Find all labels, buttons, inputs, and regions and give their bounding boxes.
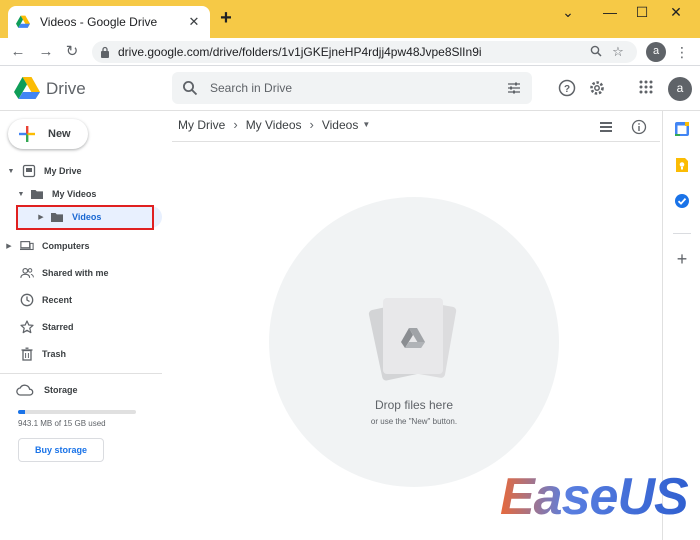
search-input[interactable]: Search in Drive <box>210 81 506 95</box>
breadcrumb-separator-icon: › <box>233 117 238 132</box>
storage-progress-fill <box>18 410 26 414</box>
browser-menu-icon[interactable]: ⋮ <box>674 42 690 62</box>
side-panel-divider <box>673 233 691 234</box>
breadcrumb-separator-icon: › <box>309 117 314 132</box>
drive-product-name: Drive <box>46 79 86 98</box>
search-icon[interactable] <box>182 80 198 96</box>
apps-grid-icon[interactable] <box>636 79 656 99</box>
breadcrumb: My Drive › My Videos › Videos ▼ <box>178 117 370 132</box>
trash-icon <box>21 347 33 361</box>
easeus-watermark-logo: EaseUS <box>498 466 698 526</box>
folder-icon <box>31 190 43 199</box>
close-window-button[interactable]: ✕ <box>664 4 688 21</box>
sidebar-divider <box>0 373 162 374</box>
storage-label: Storage <box>44 385 78 395</box>
google-drive-favicon-icon <box>16 15 30 28</box>
breadcrumb-videos[interactable]: Videos <box>322 118 358 132</box>
plus-icon <box>19 126 35 142</box>
sidebar-item-label: Computers <box>42 241 90 251</box>
expand-caret-icon[interactable]: ▼ <box>16 191 26 198</box>
drop-zone[interactable]: Drop files here or use the "New" button. <box>269 197 559 487</box>
sidebar-item-label: My Videos <box>52 189 97 199</box>
clock-icon <box>20 293 34 307</box>
info-icon[interactable] <box>631 119 647 135</box>
sidebar-item-label: My Drive <box>44 166 82 176</box>
search-box[interactable]: Search in Drive <box>172 72 532 104</box>
watermark-text: EaseUS <box>500 468 689 526</box>
new-tab-button[interactable]: + <box>216 8 236 29</box>
browser-tab-bar: Videos - Google Drive ✕ + ⌄ — ☐ ✕ <box>0 0 700 38</box>
expand-caret-icon[interactable]: ▼ <box>6 168 16 175</box>
sidebar-item-starred[interactable]: Starred <box>14 316 74 338</box>
collapse-caret-icon[interactable]: ▶ <box>4 242 14 250</box>
drop-files-title: Drop files here <box>374 398 454 412</box>
sidebar-item-label: Recent <box>42 295 73 305</box>
settings-gear-icon[interactable] <box>587 79 607 99</box>
sidebar-item-shared-with-me[interactable]: Shared with me <box>14 262 109 284</box>
tab-close-icon[interactable]: ✕ <box>186 14 202 30</box>
highlight-annotation-box <box>16 205 154 230</box>
bookmark-star-icon[interactable]: ☆ <box>607 44 629 60</box>
url-text[interactable]: drive.google.com/drive/folders/1v1jGKEjn… <box>118 45 585 59</box>
drop-files-subtitle: or use the "New" button. <box>370 417 458 426</box>
sidebar-item-storage[interactable]: Storage <box>16 383 78 397</box>
drive-header: Drive Search in Drive ? a <box>0 67 700 111</box>
browser-tab[interactable]: Videos - Google Drive ✕ <box>8 6 210 38</box>
browser-toolbar: ← → ↻ drive.google.com/drive/folders/1v1… <box>0 38 700 66</box>
chevron-down-icon[interactable]: ▼ <box>362 120 370 129</box>
sidebar-item-trash[interactable]: Trash <box>14 343 66 365</box>
breadcrumb-my-videos[interactable]: My Videos <box>246 118 302 132</box>
sidebar-item-label: Trash <box>42 349 67 359</box>
svg-text:?: ? <box>564 84 570 95</box>
zoom-icon[interactable] <box>585 45 607 60</box>
drop-files-illustration-icon <box>368 298 457 381</box>
toolbar-divider <box>172 141 660 142</box>
new-button[interactable]: New <box>8 119 88 149</box>
search-options-icon[interactable] <box>506 80 522 96</box>
computers-icon <box>20 241 34 251</box>
sidebar-item-my-videos[interactable]: ▼ My Videos <box>0 183 96 205</box>
sidebar-item-recent[interactable]: Recent <box>14 289 72 311</box>
sidebar-item-computers[interactable]: ▶ Computers <box>0 235 90 257</box>
lock-icon <box>101 46 109 58</box>
storage-progress-bar <box>18 410 136 414</box>
browser-profile-avatar[interactable]: a <box>646 42 666 62</box>
star-icon <box>20 320 34 334</box>
easeus-logo-icon: EaseUS <box>500 468 690 526</box>
forward-button[interactable]: → <box>36 42 56 62</box>
get-add-ons-plus-icon[interactable]: + <box>674 250 690 268</box>
tab-search-icon[interactable]: ⌄ <box>556 4 580 21</box>
my-drive-icon <box>22 164 36 178</box>
google-drive-logo-icon[interactable] <box>14 77 40 99</box>
address-bar[interactable]: drive.google.com/drive/folders/1v1jGKEjn… <box>92 41 637 63</box>
help-icon[interactable]: ? <box>557 79 577 99</box>
account-avatar[interactable]: a <box>668 77 692 101</box>
storage-used-text: 943.1 MB of 15 GB used <box>18 419 106 428</box>
tab-title: Videos - Google Drive <box>40 15 158 29</box>
breadcrumb-my-drive[interactable]: My Drive <box>178 118 225 132</box>
tasks-icon[interactable] <box>674 193 690 209</box>
minimize-button[interactable]: — <box>598 4 622 20</box>
sidebar: New ▼ My Drive ▼ My Videos ▶ Videos ▶ Co… <box>0 111 162 540</box>
list-view-icon[interactable] <box>598 119 614 135</box>
back-button[interactable]: ← <box>8 42 28 62</box>
maximize-button[interactable]: ☐ <box>630 4 654 21</box>
calendar-icon[interactable] <box>674 121 690 137</box>
keep-icon[interactable] <box>674 157 690 173</box>
sidebar-item-label: Shared with me <box>42 268 109 278</box>
reload-button[interactable]: ↻ <box>62 42 82 62</box>
shared-icon <box>20 267 34 278</box>
sidebar-item-label: Starred <box>42 322 74 332</box>
buy-storage-button[interactable]: Buy storage <box>18 438 104 462</box>
sidebar-item-my-drive[interactable]: ▼ My Drive <box>0 160 82 182</box>
new-button-label: New <box>48 128 71 140</box>
cloud-icon <box>16 384 34 396</box>
